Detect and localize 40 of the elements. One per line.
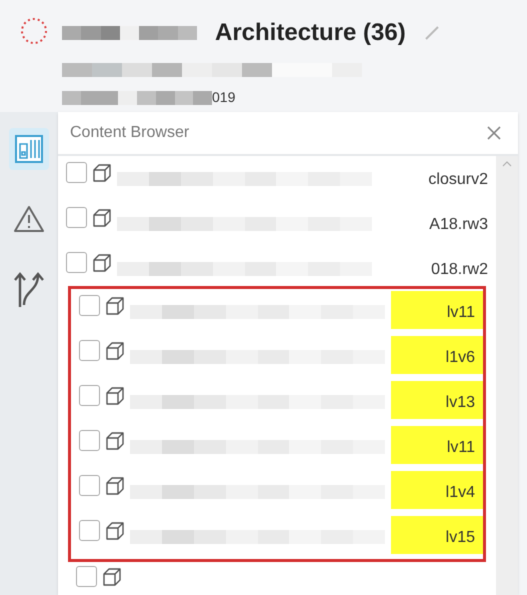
file-name: A18.rw3 (428, 215, 489, 235)
panel-title: Content Browser (70, 123, 190, 143)
rail-tab[interactable] (9, 128, 49, 170)
warning-icon (12, 204, 46, 234)
cube-icon (101, 566, 123, 588)
file-name: 018.rw2 (430, 260, 489, 280)
file-name: l1v4 (391, 471, 483, 509)
checkbox[interactable] (66, 207, 87, 228)
cube-icon (104, 385, 126, 407)
pencil-icon (424, 25, 440, 41)
dotted-circle-icon (20, 17, 48, 45)
cube-icon (104, 295, 126, 317)
scrollbar[interactable] (496, 156, 518, 595)
checkbox[interactable] (79, 520, 100, 541)
file-name: closurv2 (427, 170, 489, 190)
file-name: lv15 (391, 516, 483, 554)
checkbox[interactable] (76, 566, 97, 587)
scroll-up-icon (502, 160, 512, 168)
close-icon (486, 125, 502, 141)
cube-icon (104, 520, 126, 542)
cube-icon (91, 162, 113, 184)
checkbox[interactable] (79, 430, 100, 451)
sheet-layout-icon (14, 134, 44, 164)
file-name: l1v6 (391, 336, 483, 374)
page-title: Architecture (36) (215, 18, 406, 48)
file-name: lv13 (391, 381, 483, 419)
cube-icon (104, 430, 126, 452)
checkbox[interactable] (79, 295, 100, 316)
date-fragment: 019 (212, 88, 236, 107)
cube-icon (91, 252, 113, 274)
checkbox[interactable] (66, 162, 87, 183)
file-name: lv11 (391, 291, 483, 329)
checkbox[interactable] (79, 385, 100, 406)
cube-icon (91, 207, 113, 229)
checkbox[interactable] (79, 475, 100, 496)
cube-icon (104, 340, 126, 362)
checkbox[interactable] (79, 340, 100, 361)
checkbox[interactable] (66, 252, 87, 273)
file-name: lv11 (391, 426, 483, 464)
cube-icon (104, 475, 126, 497)
